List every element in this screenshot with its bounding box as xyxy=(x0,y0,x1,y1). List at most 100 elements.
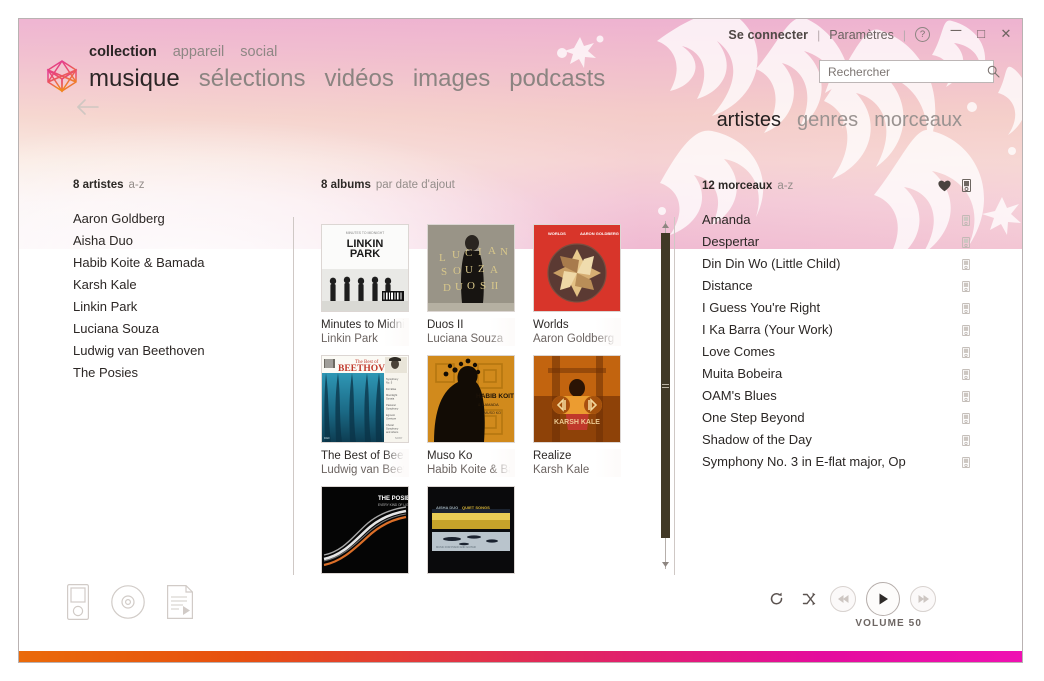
album-artist[interactable]: Linkin Park xyxy=(321,332,409,346)
album-title[interactable]: Worlds xyxy=(533,318,621,332)
pivot-artistes[interactable]: artistes xyxy=(717,109,781,132)
song-sync-icon[interactable] xyxy=(955,434,977,446)
close-button[interactable]: ✕ xyxy=(998,26,1014,42)
scrollbar-thumb[interactable] xyxy=(661,233,670,538)
sign-in-link[interactable]: Se connecter xyxy=(728,28,808,42)
song-title: One Step Beyond xyxy=(702,411,805,425)
album-title[interactable]: Duos II xyxy=(427,318,515,332)
list-item[interactable]: Karsh Kale xyxy=(73,274,288,296)
album-title[interactable]: The Best of Beethoven xyxy=(321,449,409,463)
titlebar: Se connecter | Paramètres | ? ─ □ ✕ xyxy=(19,19,1022,55)
album-title[interactable]: Muso Ko xyxy=(427,449,515,463)
album-title[interactable]: Minutes to Midnight xyxy=(321,318,409,332)
nav-videos[interactable]: vidéos xyxy=(324,65,393,93)
list-item[interactable]: Linkin Park xyxy=(73,296,288,318)
album-art-linkin-park[interactable]: LINKIN PARK MINUTES TO MIDNIGHT xyxy=(321,224,409,312)
list-item[interactable]: Shadow of the Day xyxy=(681,429,981,451)
list-item[interactable]: Muita Bobeira xyxy=(681,363,981,385)
list-item[interactable]: One Step Beyond xyxy=(681,407,981,429)
search-box[interactable] xyxy=(819,60,1000,83)
album-artist[interactable]: Habib Koite & Bamada xyxy=(427,463,515,477)
play-button[interactable] xyxy=(866,582,900,616)
song-sync-icon[interactable] xyxy=(955,412,977,424)
album-art-worlds[interactable]: WORLDS AARON GOLDBERG xyxy=(533,224,621,312)
pivot-genres[interactable]: genres xyxy=(797,109,858,132)
artists-list: Aaron Goldberg Aisha Duo Habib Koite & B… xyxy=(73,208,288,384)
song-sync-icon[interactable] xyxy=(955,456,977,468)
nav-selections[interactable]: sélections xyxy=(199,65,306,93)
settings-link[interactable]: Paramètres xyxy=(829,28,894,42)
shuffle-icon[interactable] xyxy=(798,588,820,610)
song-sync-icon[interactable] xyxy=(955,346,977,358)
list-item[interactable]: OAM's Blues xyxy=(681,385,981,407)
help-icon[interactable]: ? xyxy=(915,27,930,42)
song-sync-icon[interactable] xyxy=(955,214,977,226)
scroll-up-arrow-icon[interactable] xyxy=(660,221,671,230)
song-sync-icon[interactable] xyxy=(955,236,977,248)
list-item[interactable]: Aisha Duo xyxy=(73,230,288,252)
svg-text:DAD: DAD xyxy=(324,436,330,440)
albums-sort[interactable]: par date d'ajout xyxy=(376,179,455,191)
song-sync-icon[interactable] xyxy=(955,368,977,380)
artists-sort[interactable]: a-z xyxy=(129,179,145,191)
list-item[interactable]: I Ka Barra (Your Work) xyxy=(681,319,981,341)
svg-text:Symphony: Symphony xyxy=(386,377,399,381)
list-item[interactable]: Din Din Wo (Little Child) xyxy=(681,253,981,275)
list-item[interactable]: The Posies xyxy=(73,362,288,384)
album-art-aisha-duo[interactable]: AISHA DUO QUIET SONGS MUSIC FOR PIANO AN… xyxy=(427,486,515,574)
svg-text:No. 5: No. 5 xyxy=(386,381,393,385)
list-item[interactable]: Ludwig van Beethoven xyxy=(73,340,288,362)
back-arrow-icon[interactable] xyxy=(74,94,104,120)
svg-text:AISHA DUO: AISHA DUO xyxy=(436,505,458,510)
album-meta: Worlds Aaron Goldberg xyxy=(533,318,621,346)
song-sync-icon[interactable] xyxy=(955,324,977,336)
albums-column-header: 8 albums par date d'ajout xyxy=(301,179,671,191)
volume-label[interactable]: VOLUME 50 xyxy=(855,618,922,629)
nav-images[interactable]: images xyxy=(413,65,490,93)
search-input[interactable] xyxy=(820,64,987,79)
maximize-button[interactable]: □ xyxy=(973,26,989,42)
album-art-beethoven[interactable]: The Best of BEETHOVEN Symphony No. 5 Für… xyxy=(321,355,409,443)
album-art-muso-ko[interactable]: HABIB KOITE & BAMADA MUSO KO xyxy=(427,355,515,443)
heart-icon[interactable] xyxy=(933,180,955,192)
nav-musique[interactable]: musique xyxy=(89,65,180,93)
device-icon[interactable] xyxy=(955,179,977,192)
list-item[interactable]: Symphony No. 3 in E-flat major, Op xyxy=(681,451,981,473)
list-item[interactable]: Habib Koite & Bamada xyxy=(73,252,288,274)
next-button[interactable] xyxy=(910,586,936,612)
album-art-posies[interactable]: THE POSIES EVERY KIND OF LIGHT xyxy=(321,486,409,574)
disc-icon[interactable] xyxy=(111,585,145,624)
list-item[interactable]: Distance xyxy=(681,275,981,297)
pivot-morceaux[interactable]: morceaux xyxy=(874,109,962,132)
list-item[interactable]: Love Comes xyxy=(681,341,981,363)
list-item[interactable]: Aaron Goldberg xyxy=(73,208,288,230)
previous-button[interactable] xyxy=(830,586,856,612)
device-player-icon[interactable] xyxy=(67,584,89,625)
svg-text:WORLDS: WORLDS xyxy=(548,231,566,236)
list-item[interactable]: Despertar xyxy=(681,231,981,253)
playlist-icon[interactable] xyxy=(167,585,195,624)
search-icon[interactable] xyxy=(987,61,1000,82)
album-art-duos-ii[interactable]: LUC IAN SOU ZA DUO S II xyxy=(427,224,515,312)
svg-text:Overture: Overture xyxy=(386,417,397,421)
song-sync-icon[interactable] xyxy=(955,390,977,402)
scroll-down-arrow-icon[interactable] xyxy=(660,560,671,569)
album-artist[interactable]: Karsh Kale xyxy=(533,463,621,477)
minimize-button[interactable]: ─ xyxy=(948,23,964,42)
song-sync-icon[interactable] xyxy=(955,302,977,314)
album-title[interactable]: Realize xyxy=(533,449,621,463)
album-artist[interactable]: Ludwig van Beethoven xyxy=(321,463,409,477)
songs-sort[interactable]: a-z xyxy=(777,180,793,192)
song-sync-icon[interactable] xyxy=(955,258,977,270)
album-artist[interactable]: Aaron Goldberg xyxy=(533,332,621,346)
list-item[interactable]: Amanda xyxy=(681,209,981,231)
repeat-icon[interactable] xyxy=(766,588,788,610)
list-item[interactable]: I Guess You're Right xyxy=(681,297,981,319)
album-cell: LUC IAN SOU ZA DUO S II Duos II Luciana … xyxy=(427,224,515,346)
album-art-realize[interactable]: KARSH KALE xyxy=(533,355,621,443)
nav-podcasts[interactable]: podcasts xyxy=(509,65,605,93)
albums-scrollbar[interactable] xyxy=(659,221,673,569)
album-artist[interactable]: Luciana Souza xyxy=(427,332,515,346)
song-sync-icon[interactable] xyxy=(955,280,977,292)
list-item[interactable]: Luciana Souza xyxy=(73,318,288,340)
